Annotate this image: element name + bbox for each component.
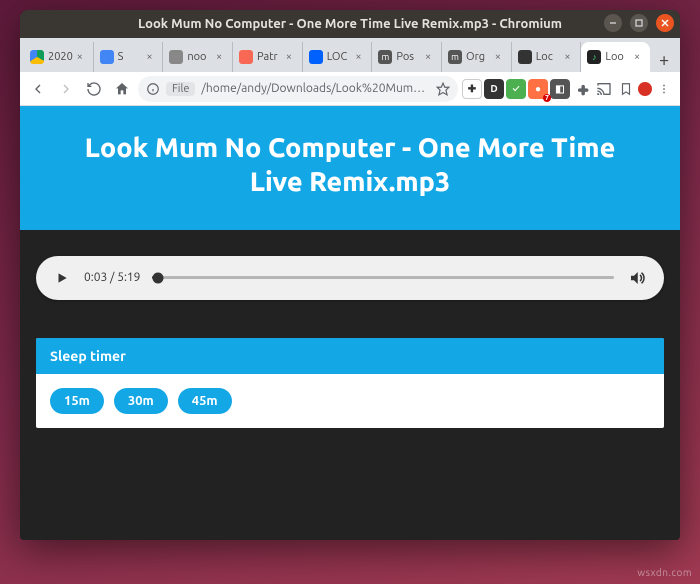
maximize-button[interactable] (630, 14, 648, 32)
tab-close-icon[interactable]: × (355, 51, 365, 63)
browser-menu-button[interactable]: ⋮ (654, 79, 674, 99)
title-line-2: Live Remix.mp3 (50, 166, 650, 200)
address-bar[interactable]: File /home/andy/Downloads/Look%20Mum%20N… (138, 76, 458, 102)
reload-button[interactable] (82, 77, 106, 101)
back-button[interactable] (26, 77, 50, 101)
home-button[interactable] (110, 77, 134, 101)
favicon-icon (30, 50, 44, 64)
extension-icon[interactable]: ✓ (506, 79, 526, 99)
audio-player: 0:03 / 5:19 (36, 256, 664, 300)
extension-icon[interactable]: ✚ (462, 79, 482, 99)
favicon-icon: ♪ (587, 50, 601, 64)
audio-player-section: 0:03 / 5:19 (20, 230, 680, 338)
window-controls (604, 14, 674, 32)
sleep-timer-15m[interactable]: 15m (50, 388, 104, 414)
favicon-icon (518, 50, 532, 64)
sleep-timer-30m[interactable]: 30m (114, 388, 168, 414)
tab-strip: 2020× S× noo× Patr× LOC× mPos× mOrg× Loc… (20, 38, 680, 72)
page-content: Look Mum No Computer - One More Time Liv… (20, 106, 680, 540)
browser-toolbar: File /home/andy/Downloads/Look%20Mum%20N… (20, 72, 680, 106)
seek-handle[interactable] (152, 272, 163, 283)
watermark: wsxdn.com (637, 567, 692, 578)
tab-1[interactable]: S× (94, 42, 164, 72)
favicon-icon (239, 50, 253, 64)
play-icon (55, 271, 69, 285)
favicon-icon: m (378, 50, 392, 64)
window-titlebar: Look Mum No Computer - One More Time Liv… (20, 10, 680, 38)
tab-5[interactable]: mPos× (372, 42, 442, 72)
volume-icon (628, 269, 646, 287)
favicon-icon: m (448, 50, 462, 64)
sleep-timer-heading: Sleep timer (36, 338, 664, 374)
tab-3[interactable]: Patr× (233, 42, 303, 72)
window-title: Look Mum No Computer - One More Time Liv… (20, 17, 680, 31)
tab-0[interactable]: 2020× (24, 42, 94, 72)
tab-6[interactable]: mOrg× (442, 42, 512, 72)
sleep-timer-options: 15m 30m 45m (36, 374, 664, 428)
extension-icon[interactable]: ◧ (550, 79, 570, 99)
favicon-icon (309, 50, 323, 64)
tab-close-icon[interactable]: × (495, 51, 505, 63)
tab-close-icon[interactable]: × (564, 51, 574, 63)
favicon-icon (169, 50, 183, 64)
extensions-area: ✚ D ✓ ●7 ◧ ⋮ (462, 79, 674, 99)
seek-slider[interactable] (152, 276, 614, 279)
record-indicator-icon[interactable] (638, 82, 652, 96)
playback-time: 0:03 / 5:19 (84, 271, 140, 284)
extension-icon[interactable]: ●7 (528, 79, 548, 99)
new-tab-button[interactable]: + (652, 48, 676, 72)
extension-icon[interactable]: D (484, 79, 504, 99)
volume-button[interactable] (626, 267, 648, 289)
tab-8-active[interactable]: ♪Loo× (581, 42, 650, 72)
tab-close-icon[interactable]: × (216, 51, 226, 63)
tab-4[interactable]: LOC× (303, 42, 373, 72)
close-button[interactable] (656, 14, 674, 32)
title-line-1: Look Mum No Computer - One More Time (50, 132, 650, 166)
tab-2[interactable]: noo× (163, 42, 233, 72)
forward-button[interactable] (54, 77, 78, 101)
tab-close-icon[interactable]: × (146, 51, 156, 63)
tab-close-icon[interactable]: × (286, 51, 296, 63)
info-icon (146, 82, 160, 96)
play-button[interactable] (52, 268, 72, 288)
bookmarks-icon[interactable] (616, 79, 636, 99)
cast-icon[interactable] (594, 79, 614, 99)
favicon-icon (100, 50, 114, 64)
sleep-timer-card: Sleep timer 15m 30m 45m (36, 338, 664, 428)
url-scheme-chip: File (166, 82, 195, 96)
minimize-button[interactable] (604, 14, 622, 32)
bookmark-star-icon[interactable] (436, 82, 450, 96)
extensions-menu-icon[interactable] (572, 79, 592, 99)
chromium-window: Look Mum No Computer - One More Time Liv… (20, 10, 680, 540)
url-text: /home/andy/Downloads/Look%20Mum%20No%2… (201, 82, 430, 95)
tab-close-icon[interactable]: × (425, 51, 435, 63)
page-title-banner: Look Mum No Computer - One More Time Liv… (20, 106, 680, 230)
tab-close-icon[interactable]: × (634, 51, 644, 63)
tab-7[interactable]: Loc× (512, 42, 582, 72)
tab-close-icon[interactable]: × (77, 51, 87, 63)
sleep-timer-45m[interactable]: 45m (178, 388, 232, 414)
